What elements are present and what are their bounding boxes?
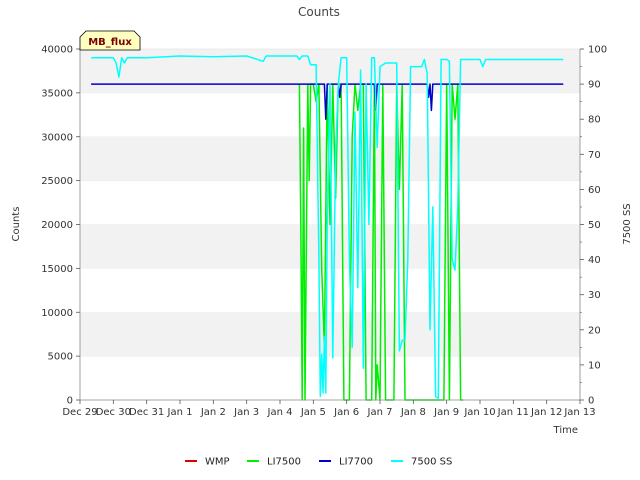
x-tick-label: Dec 29 [62, 407, 97, 418]
x-tick-label: Jan 11 [497, 407, 529, 418]
x-tick-label: Jan 7 [367, 407, 393, 418]
x-tick-label: Dec 30 [96, 407, 131, 418]
grid-band [80, 224, 580, 269]
x-tick-label: Jan 4 [267, 407, 293, 418]
y-tick-label: 0 [67, 396, 73, 407]
y-right-tick-label: 40 [588, 255, 601, 266]
y-right-tick-label: 20 [588, 325, 601, 336]
x-tick-label: Jan 12 [530, 407, 562, 418]
y-right-tick-label: 0 [588, 396, 594, 407]
grid-band [80, 312, 580, 357]
y-tick-label: 30000 [41, 132, 73, 143]
y-right-tick-label: 80 [588, 115, 601, 126]
x-tick-label: Jan 5 [300, 407, 326, 418]
legend-label-li7500: LI7500 [267, 457, 301, 468]
x-tick-label: Jan 6 [333, 407, 359, 418]
y-tick-label: 25000 [41, 176, 73, 187]
y-tick-label: 20000 [41, 220, 73, 231]
x-tick-label: Jan 2 [200, 407, 226, 418]
x-axis-title: Time [553, 425, 578, 436]
y-tick-label: 35000 [41, 88, 73, 99]
y-right-tick-label: 100 [588, 45, 607, 56]
chart-title: Counts [298, 5, 340, 19]
x-tick-label: Jan 13 [563, 407, 595, 418]
chart: Counts 0 5000 10000 15000 20000 25000 30000 350… [0, 0, 640, 480]
x-tick-label: Jan 1 [167, 407, 193, 418]
badge-label: MB_flux [88, 37, 132, 48]
legend-label-wmp: WMP [205, 457, 230, 468]
x-tick-label: Jan 8 [400, 407, 426, 418]
x-tick-label: Dec 31 [129, 407, 164, 418]
grid-band [80, 268, 580, 313]
y-right-tick-label: 30 [588, 290, 601, 301]
y-right-tick-label: 70 [588, 150, 601, 161]
y-axis-right-title: 7500 SS [622, 203, 633, 244]
y-tick-label: 15000 [41, 264, 73, 275]
x-tick-label: Jan 10 [463, 407, 495, 418]
y-right-tick-label: 50 [588, 220, 601, 231]
badge: MB_flux [79, 30, 141, 51]
y-tick-label: 40000 [41, 45, 73, 56]
y-tick-label: 10000 [41, 308, 73, 319]
y-right-tick-label: 90 [588, 80, 601, 91]
y-right-tick-label: 60 [588, 185, 601, 196]
x-tick-label: Jan 9 [433, 407, 459, 418]
legend-label-li7700: LI7700 [339, 457, 373, 468]
x-tick-label: Jan 3 [233, 407, 259, 418]
y-right-tick-label: 10 [588, 360, 601, 371]
legend-label-7500-ss: 7500 SS [411, 457, 452, 468]
y-axis-title: Counts [11, 207, 22, 242]
grid-band [80, 356, 580, 400]
y-tick-label: 5000 [48, 352, 73, 363]
